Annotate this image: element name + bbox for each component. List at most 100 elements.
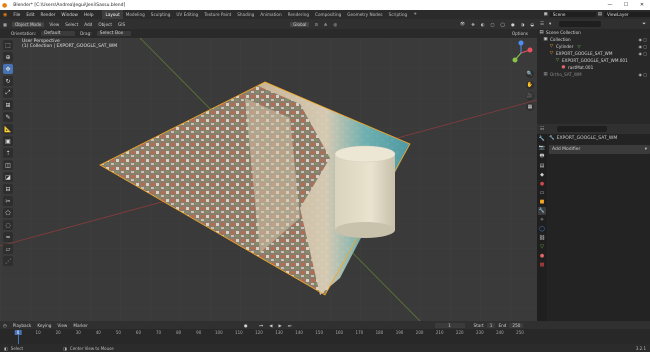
tab-shading[interactable]: Shading: [234, 10, 257, 19]
add-cube-tool-icon[interactable]: ▣: [3, 136, 13, 146]
tool-tab-icon[interactable]: 🔧: [538, 135, 546, 143]
outliner-filter-icon[interactable]: ▾: [547, 22, 553, 27]
tab-scripting[interactable]: Scripting: [386, 10, 411, 19]
menu-playback[interactable]: Playback: [10, 323, 35, 328]
overlay-icon[interactable]: ◐: [478, 22, 488, 27]
properties-search-input[interactable]: [557, 126, 608, 132]
record-icon[interactable]: ●: [241, 323, 251, 328]
outliner-search-input[interactable]: [559, 21, 602, 27]
visibility-icon[interactable]: 👁: [457, 21, 468, 27]
visibility-eye-icon[interactable]: ◉ ▢: [638, 37, 647, 42]
menu-view[interactable]: View: [46, 22, 62, 27]
orientation-selector[interactable]: Default: [41, 31, 76, 36]
pivot-icon[interactable]: ⊙: [311, 22, 321, 27]
timeline-ruler[interactable]: 0 10 20 30 40 50 60 70 80 90 100 110 120 130 140 150 160…: [0, 329, 650, 344]
rip-tool-icon[interactable]: ⋰: [3, 256, 13, 266]
outliner-row[interactable]: ▣ Collection ◉ ▢: [537, 36, 650, 43]
particles-tab-icon[interactable]: ✧: [538, 216, 546, 224]
scale-tool-icon[interactable]: ⤢: [3, 88, 13, 98]
outliner-funnel-icon[interactable]: ⏷: [638, 21, 650, 27]
visibility-eye-icon[interactable]: ◉ ▢: [638, 44, 647, 49]
outliner-editor-icon[interactable]: ☰: [537, 22, 547, 27]
output-tab-icon[interactable]: 🖶: [538, 153, 546, 161]
start-frame-field[interactable]: 1: [486, 322, 496, 328]
navigation-gizmo[interactable]: [508, 40, 534, 66]
render-tab-icon[interactable]: 📷: [538, 144, 546, 152]
menu-object[interactable]: Object: [95, 22, 115, 27]
drag-selector[interactable]: Select Box: [96, 31, 131, 36]
end-frame-field[interactable]: 250: [509, 322, 524, 328]
properties-editor-icon[interactable]: ☷: [537, 127, 547, 132]
maximize-button[interactable]: ☐: [618, 2, 634, 8]
smooth-tool-icon[interactable]: ≈: [3, 232, 13, 242]
object-tab-icon[interactable]: ■: [538, 198, 546, 206]
rotate-tool-icon[interactable]: ↻: [3, 76, 13, 86]
3d-viewport[interactable]: [0, 38, 537, 321]
outliner-row[interactable]: ● rastMat.001: [537, 64, 650, 71]
shading-solid-icon[interactable]: ●: [508, 22, 518, 27]
play-icon[interactable]: ▶: [276, 323, 285, 328]
modifier-tab-icon[interactable]: 🔧: [538, 207, 546, 215]
knife-tool-icon[interactable]: ✂: [3, 196, 13, 206]
tab-sculpting[interactable]: Sculpting: [148, 10, 174, 19]
shear-tool-icon[interactable]: ▱: [3, 244, 13, 254]
menu-window[interactable]: Window: [58, 12, 81, 17]
outliner-row[interactable]: ▦ Ortho_SAT_WM ◉ ▢: [537, 71, 650, 78]
select-tool-icon[interactable]: ⬚: [3, 40, 13, 50]
view-layer-tab-icon[interactable]: ▤: [538, 162, 546, 170]
menu-edit[interactable]: Edit: [23, 12, 37, 17]
close-button[interactable]: ✕: [634, 2, 650, 8]
outliner-row[interactable]: ▽ EXPORT_GOOGLE_SAT_WM.001: [537, 57, 650, 64]
jump-end-icon[interactable]: ⏭: [285, 323, 295, 328]
data-tab-icon[interactable]: ▽: [538, 243, 546, 251]
playhead-line[interactable]: [18, 335, 19, 344]
annotate-tool-icon[interactable]: ✎: [3, 112, 13, 122]
outliner-row[interactable]: ▤ Scene Collection: [537, 29, 650, 36]
scene-tab-icon[interactable]: ◆: [538, 171, 546, 179]
move-tool-icon[interactable]: ✥: [3, 64, 13, 74]
inset-tool-icon[interactable]: ◫: [3, 160, 13, 170]
tab-geometry-nodes[interactable]: Geometry Nodes: [344, 10, 385, 19]
play-reverse-icon[interactable]: ◀: [266, 323, 275, 328]
gizmo-icon[interactable]: ✥: [468, 22, 478, 27]
menu-select[interactable]: Select: [62, 22, 81, 27]
tab-texture-paint[interactable]: Texture Paint: [201, 10, 234, 19]
menu-add[interactable]: Add: [81, 22, 95, 27]
jump-start-icon[interactable]: ⏮: [257, 323, 267, 328]
scene-selector[interactable]: Scene: [549, 12, 596, 17]
mode-selector[interactable]: Object Mode: [11, 21, 45, 27]
view-layer-selector[interactable]: ViewLayer: [604, 12, 650, 17]
outliner-row[interactable]: ▽ EXPORT_GOOGLE_SAT_WM ◉ ▢: [537, 50, 650, 57]
menu-keying[interactable]: Keying: [34, 323, 54, 328]
tab-layout[interactable]: Layout: [102, 10, 123, 19]
visibility-eye-icon[interactable]: ◉ ▢: [638, 51, 647, 56]
timeline-editor-icon[interactable]: ◷: [0, 323, 10, 328]
shading-wireframe-icon[interactable]: ◯: [497, 22, 508, 27]
poly-build-tool-icon[interactable]: ⬠: [3, 208, 13, 218]
extrude-tool-icon[interactable]: ⇡: [3, 148, 13, 158]
zoom-icon[interactable]: 🔍: [526, 70, 534, 78]
tab-uv-editing[interactable]: UV Editing: [173, 10, 201, 19]
spin-tool-icon[interactable]: ◌: [3, 220, 13, 230]
visibility-eye-icon[interactable]: ◉ ▢: [638, 72, 647, 77]
pan-hand-icon[interactable]: ✋: [526, 81, 534, 89]
current-frame-field[interactable]: 1: [434, 322, 465, 328]
add-modifier-button[interactable]: Add Modifier ▾: [549, 145, 650, 154]
xray-icon[interactable]: ▢: [487, 22, 497, 27]
blender-menu-icon[interactable]: ◉: [0, 12, 10, 18]
grid-icon[interactable]: ▦: [526, 103, 534, 111]
tab-modeling[interactable]: Modeling: [123, 10, 148, 19]
editor-type-icon[interactable]: ▦: [0, 22, 10, 27]
world-tab-icon[interactable]: ●: [538, 180, 546, 188]
menu-gis[interactable]: GIS: [115, 22, 128, 27]
measure-tool-icon[interactable]: 📐: [3, 124, 13, 134]
collection-tab-icon[interactable]: ▭: [538, 189, 546, 197]
texture-tab-icon[interactable]: ▩: [538, 261, 546, 269]
axis-gizmo-icon[interactable]: [508, 40, 534, 66]
menu-render[interactable]: Render: [38, 12, 59, 17]
outliner-row[interactable]: ▽ Cylinder ▽ ◉ ▢: [537, 43, 650, 50]
cursor-tool-icon[interactable]: ⊕: [3, 52, 13, 62]
shading-rendered-icon[interactable]: ◒: [527, 22, 537, 27]
menu-file[interactable]: File: [10, 12, 23, 17]
proportional-icon[interactable]: ◎: [331, 22, 341, 27]
